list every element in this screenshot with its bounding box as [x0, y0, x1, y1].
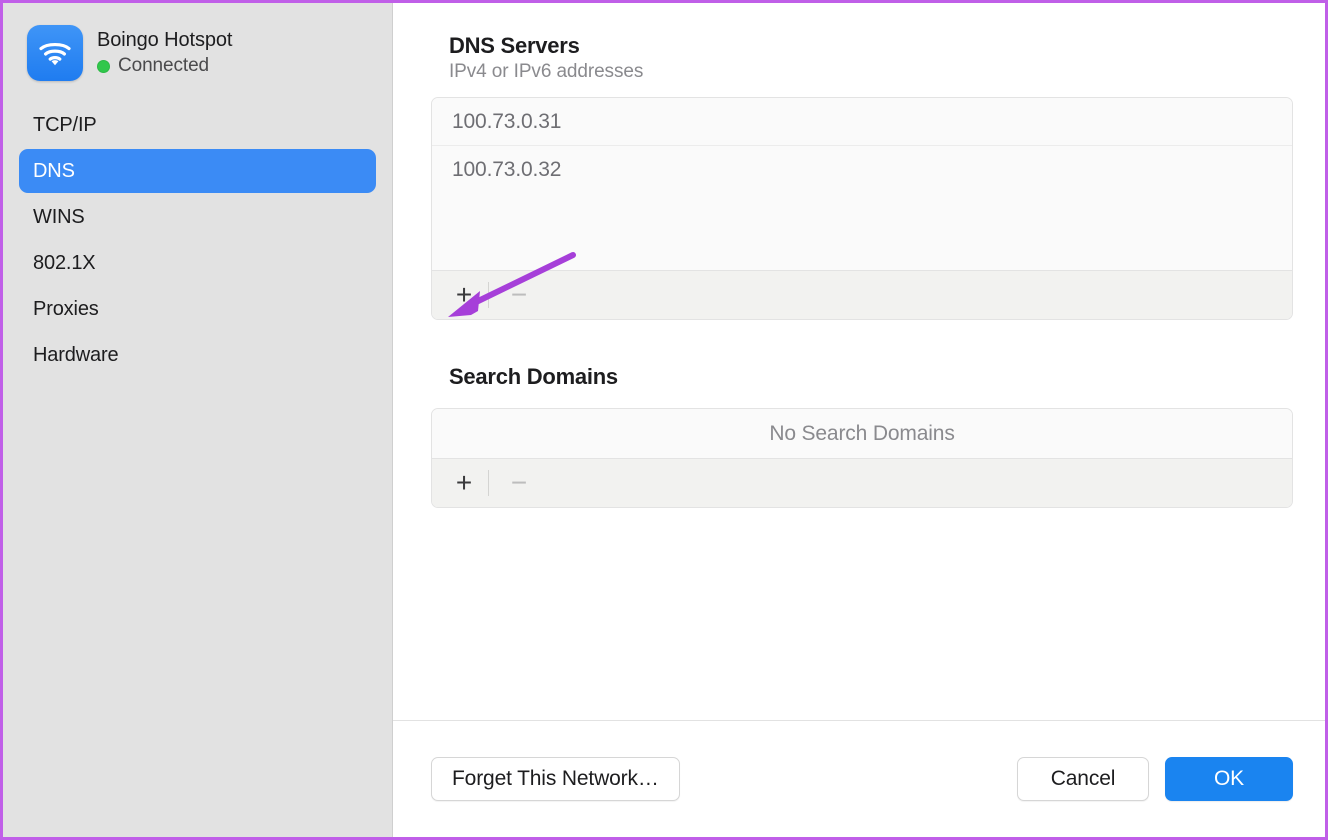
add-search-domain-button[interactable]: + [444, 466, 484, 500]
toolbar-divider [488, 470, 489, 496]
content-pane: DNS Servers IPv4 or IPv6 addresses 100.7… [393, 3, 1325, 837]
sidebar-item-tcpip[interactable]: TCP/IP [19, 103, 376, 147]
search-domains-empty-label: No Search Domains [432, 409, 1292, 458]
sidebar-nav: TCP/IP DNS WINS 802.1X Proxies Hardware [19, 103, 376, 377]
search-domains-toolbar: + − [432, 458, 1292, 507]
dialog-footer: Forget This Network… Cancel OK [393, 720, 1325, 837]
sidebar-item-label: TCP/IP [33, 114, 97, 137]
dns-server-row[interactable]: 100.73.0.32 [432, 146, 1292, 194]
remove-search-domain-button[interactable]: − [499, 466, 539, 500]
dns-servers-list-box: 100.73.0.31 100.73.0.32 + − [431, 97, 1293, 320]
sidebar-item-8021x[interactable]: 802.1X [19, 241, 376, 285]
sidebar-item-wins[interactable]: WINS [19, 195, 376, 239]
screenshot-frame: Boingo Hotspot Connected TCP/IP DNS WINS [0, 0, 1328, 840]
sidebar-item-label: Proxies [33, 298, 99, 321]
search-domains-title: Search Domains [449, 364, 1293, 390]
sidebar: Boingo Hotspot Connected TCP/IP DNS WINS [3, 3, 393, 837]
add-dns-server-button[interactable]: + [444, 278, 484, 312]
dns-server-row[interactable]: 100.73.0.31 [432, 98, 1292, 146]
dns-servers-section: DNS Servers IPv4 or IPv6 addresses 100.7… [431, 33, 1293, 320]
search-domains-section: Search Domains No Search Domains + − [431, 364, 1293, 508]
cancel-button[interactable]: Cancel [1017, 757, 1149, 801]
dns-server-value: 100.73.0.31 [452, 110, 561, 134]
network-details-dialog: Boingo Hotspot Connected TCP/IP DNS WINS [3, 3, 1325, 837]
content-body: DNS Servers IPv4 or IPv6 addresses 100.7… [393, 3, 1325, 720]
wifi-icon [27, 25, 83, 81]
search-domains-list-box: No Search Domains + − [431, 408, 1293, 508]
sidebar-item-proxies[interactable]: Proxies [19, 287, 376, 331]
search-domains-list[interactable]: No Search Domains [432, 409, 1292, 458]
dns-server-value: 100.73.0.32 [452, 158, 561, 182]
ok-button[interactable]: OK [1165, 757, 1293, 801]
dns-servers-list[interactable]: 100.73.0.31 100.73.0.32 [432, 98, 1292, 270]
sidebar-item-label: 802.1X [33, 252, 96, 275]
dns-servers-title: DNS Servers [449, 33, 1293, 59]
sidebar-item-label: DNS [33, 160, 75, 183]
sidebar-item-label: Hardware [33, 344, 119, 367]
dns-servers-toolbar: + − [432, 270, 1292, 319]
toolbar-divider [488, 282, 489, 308]
remove-dns-server-button[interactable]: − [499, 278, 539, 312]
footer-button-group: Cancel OK [1017, 757, 1293, 801]
sidebar-item-label: WINS [33, 206, 85, 229]
network-status: Connected [97, 55, 232, 77]
network-header: Boingo Hotspot Connected [19, 25, 376, 81]
status-label: Connected [118, 55, 209, 77]
network-name: Boingo Hotspot [97, 29, 232, 52]
dns-servers-subtitle: IPv4 or IPv6 addresses [449, 61, 1293, 83]
status-dot [97, 60, 110, 73]
sidebar-item-dns[interactable]: DNS [19, 149, 376, 193]
network-meta: Boingo Hotspot Connected [97, 29, 232, 77]
sidebar-item-hardware[interactable]: Hardware [19, 333, 376, 377]
forget-this-network-button[interactable]: Forget This Network… [431, 757, 680, 801]
